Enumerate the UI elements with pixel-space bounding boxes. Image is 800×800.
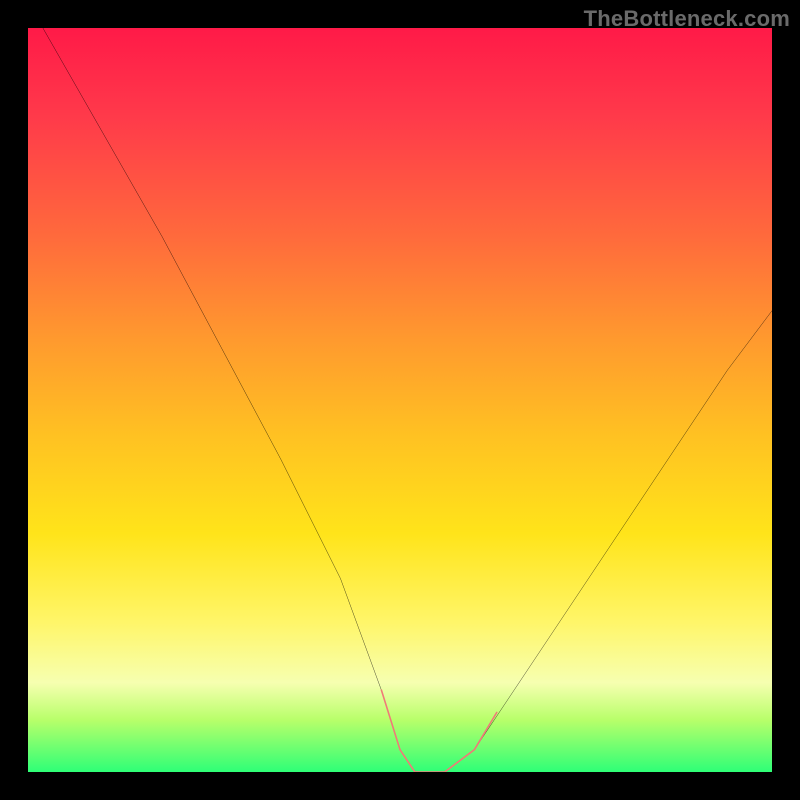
curve-svg	[28, 28, 772, 772]
watermark-text: TheBottleneck.com	[584, 6, 790, 32]
chart-frame: TheBottleneck.com	[0, 0, 800, 800]
valley-highlight-path	[381, 690, 496, 772]
bottleneck-curve-path	[43, 28, 772, 772]
plot-area	[28, 28, 772, 772]
